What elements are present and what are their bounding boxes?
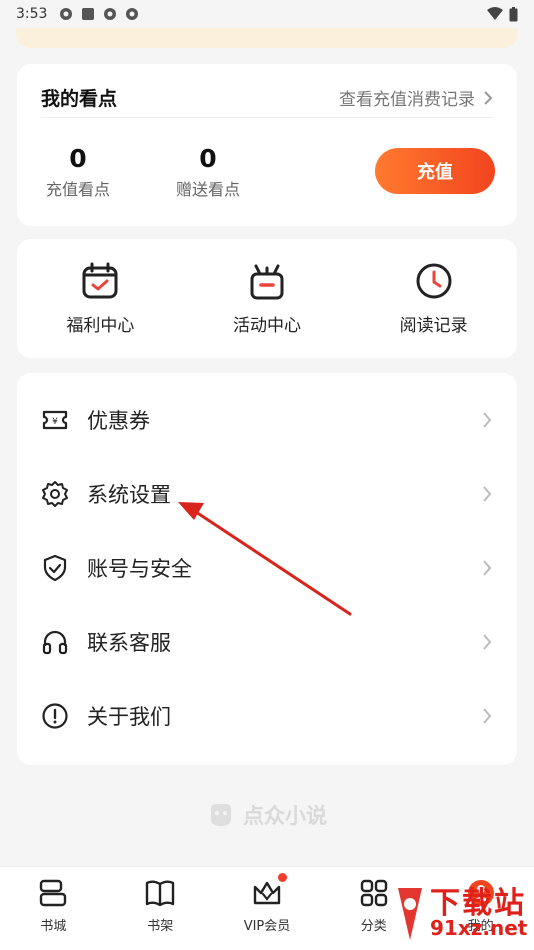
svg-text:¥: ¥ <box>52 417 58 427</box>
nav-tab-label: VIP会员 <box>243 919 291 934</box>
recharge-history-link[interactable]: 查看充值消费记录 <box>339 85 493 110</box>
nav-tab-vip[interactable]: VIP会员 <box>214 867 321 950</box>
menu-item-coupons[interactable]: ¥ 优惠券 <box>17 383 517 457</box>
menu-item-account-security[interactable]: 账号与安全 <box>17 531 517 605</box>
nav-tab-label: 书架 <box>147 919 174 934</box>
gift-icon <box>250 264 284 300</box>
menu-item-label: 系统设置 <box>87 483 171 507</box>
battery-icon <box>509 6 518 21</box>
settings-menu: ¥ 优惠券 系统设置 账号与安全 联系客服 关于我们 <box>17 373 517 765</box>
recharge-history-label: 查看充值消费记录 <box>339 90 475 110</box>
menu-item-about[interactable]: 关于我们 <box>17 679 517 753</box>
watermark-logo-icon <box>398 888 422 940</box>
info-icon <box>42 703 68 729</box>
menu-item-label: 关于我们 <box>87 705 171 729</box>
status-time: 3:53 <box>16 6 48 22</box>
recharge-button[interactable]: 充值 <box>375 148 495 194</box>
nav-tab-label: 分类 <box>360 919 387 934</box>
quick-action-label: 福利中心 <box>66 316 135 336</box>
points-card-header: 我的看点 查看充值消费记录 <box>41 78 493 118</box>
headset-icon <box>42 630 68 655</box>
vip-crown-icon <box>253 881 281 905</box>
points-card: 我的看点 查看充值消费记录 0 充值看点 0 赠送看点 充值 <box>17 64 517 226</box>
menu-item-label: 账号与安全 <box>87 557 192 581</box>
menu-item-label: 联系客服 <box>87 631 171 655</box>
quick-action-label: 活动中心 <box>233 316 301 336</box>
chevron-right-icon <box>483 412 492 428</box>
notification-square-icon <box>82 8 95 20</box>
gift-points-stat: 0 赠送看点 <box>171 144 245 200</box>
calendar-check-icon <box>82 262 118 299</box>
watermark-url: 91xz.net <box>430 916 528 940</box>
chevron-right-icon <box>483 708 492 724</box>
chevron-right-icon <box>483 486 492 502</box>
gift-points-value: 0 <box>199 144 217 173</box>
menu-item-label: 优惠券 <box>87 409 150 433</box>
nav-tab-bookshelf[interactable]: 书架 <box>107 867 214 950</box>
quick-action-welfare[interactable]: 福利中心 <box>17 239 184 358</box>
coupon-icon: ¥ <box>42 410 68 430</box>
site-watermark: 下载站 91xz.net <box>384 878 534 950</box>
quick-action-events[interactable]: 活动中心 <box>184 239 351 358</box>
status-bar: 3:53 <box>0 0 534 28</box>
wifi-icon <box>487 7 503 20</box>
vip-notification-dot <box>277 873 287 882</box>
points-title: 我的看点 <box>41 88 118 110</box>
clock-icon <box>416 263 452 299</box>
bookstore-icon <box>40 879 67 907</box>
notification-app-icon <box>104 8 117 20</box>
recharge-points-value: 0 <box>69 144 87 173</box>
gift-points-label: 赠送看点 <box>175 180 240 199</box>
menu-item-settings[interactable]: 系统设置 <box>17 457 517 531</box>
vip-banner-edge <box>16 28 518 48</box>
book-icon <box>145 880 175 907</box>
nav-tab-bookstore[interactable]: 书城 <box>0 867 107 950</box>
recharge-points-stat: 0 充值看点 <box>41 144 115 200</box>
menu-item-customer-service[interactable]: 联系客服 <box>17 605 517 679</box>
quick-action-label: 阅读记录 <box>399 316 468 336</box>
gear-icon <box>42 481 68 507</box>
notification-app-icon <box>60 8 73 20</box>
quick-action-history[interactable]: 阅读记录 <box>350 239 517 358</box>
recharge-points-label: 充值看点 <box>45 180 110 199</box>
quick-actions-card: 福利中心 活动中心 阅读记录 <box>17 239 517 358</box>
chevron-right-icon <box>483 560 492 576</box>
chevron-right-icon <box>483 634 492 650</box>
shield-icon <box>43 554 67 582</box>
chevron-right-icon <box>484 90 493 105</box>
notification-app-icon <box>126 8 139 20</box>
brand-name: 点众小说 <box>243 804 327 828</box>
nav-tab-label: 书城 <box>40 919 67 934</box>
brand-footer: 点众小说 <box>0 800 534 830</box>
brand-logo-icon <box>211 804 231 826</box>
